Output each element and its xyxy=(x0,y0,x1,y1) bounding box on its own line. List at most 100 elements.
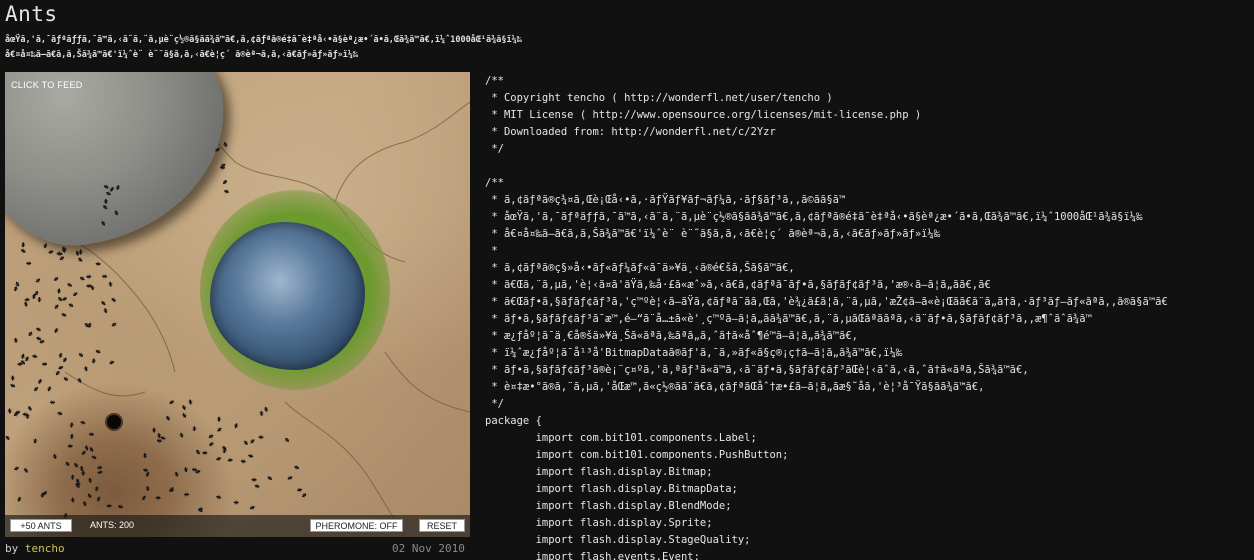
code-line: /** xyxy=(485,75,504,87)
ant xyxy=(251,477,257,482)
reset-button[interactable]: RESET xyxy=(419,519,465,532)
ant xyxy=(77,378,82,383)
ant xyxy=(13,337,19,343)
ant xyxy=(36,327,41,332)
ant xyxy=(87,477,93,483)
ant xyxy=(145,485,150,492)
ant xyxy=(254,483,260,489)
ant xyxy=(37,297,42,303)
source-code-view[interactable]: /** * Copyright tencho ( http://wonderfl… xyxy=(485,73,1250,560)
ant xyxy=(79,276,85,281)
ant xyxy=(15,281,20,287)
ant xyxy=(83,366,89,372)
ant xyxy=(248,453,254,459)
ant xyxy=(151,427,157,433)
ant xyxy=(58,352,63,358)
ant xyxy=(70,497,76,503)
by-label: by xyxy=(5,542,19,555)
code-line: * ãƒ•ã‚§ãƒ­ãƒ¢ãƒ³ã¯æ™‚é–“ã¨å…±ã«è'¸ç™ºã—… xyxy=(485,313,1092,325)
ant xyxy=(14,466,19,471)
ant xyxy=(65,461,70,467)
code-line: * ã‚¢ãƒªã®ç¾¤ã‚Œè¡Œå‹•ã‚·ãƒŸãƒ¥ãƒ¬ãƒ¼ã‚·… xyxy=(485,194,846,206)
description-line: å€¤å¤‰ã—ã€ã‚ã‚Šã¾ã™ã€'ï¼ˆè¨ è¨˜ã§ã‚ã‚‹ã€… xyxy=(5,50,359,60)
ant xyxy=(54,304,59,309)
ant xyxy=(32,438,38,444)
ant xyxy=(10,383,16,388)
ant xyxy=(49,400,56,405)
ant xyxy=(84,445,89,451)
ant xyxy=(216,494,222,500)
ant xyxy=(97,465,103,470)
ant xyxy=(62,296,67,302)
ant xyxy=(67,443,73,449)
ant xyxy=(88,432,94,437)
ant xyxy=(179,432,184,438)
ant xyxy=(78,352,84,358)
pheromone-toggle-button[interactable]: PHEROMONE: OFF xyxy=(310,519,403,532)
ant xyxy=(233,423,239,429)
ant xyxy=(10,375,15,381)
code-line: import flash.display.StageQuality; xyxy=(485,534,751,546)
ant xyxy=(97,470,103,475)
code-line: * ã€Œãƒ•ã‚§ãƒ­ãƒ¢ãƒ³ã‚'ç™ºè¦‹ã—ãŸã‚¢ãƒªã… xyxy=(485,296,1168,308)
ant xyxy=(28,331,33,337)
ant xyxy=(63,376,69,382)
ant xyxy=(227,457,233,463)
ant xyxy=(224,189,229,194)
ant xyxy=(80,420,86,425)
ant xyxy=(249,505,255,510)
code-line: */ xyxy=(485,143,504,155)
ant xyxy=(103,198,109,204)
ant xyxy=(209,441,214,447)
ant xyxy=(82,501,88,507)
code-line: * xyxy=(485,245,498,257)
code-line: * ãƒ•ã‚§ãƒ­ãƒ¢ãƒ³ã®è¡¨ç¤ºã‚'ã‚ªãƒ³ã«ã™ã‚… xyxy=(485,364,1029,376)
code-line: import flash.display.BlendMode; xyxy=(485,500,732,512)
post-date: 02 Nov 2010 xyxy=(392,542,465,555)
ant xyxy=(109,360,115,365)
ant xyxy=(13,286,18,292)
ant xyxy=(250,439,255,444)
ant xyxy=(155,495,161,500)
ant xyxy=(142,453,148,459)
ant xyxy=(53,276,59,282)
ant xyxy=(181,405,187,410)
add-ants-button[interactable]: +50 ANTS xyxy=(10,519,72,532)
ant xyxy=(174,471,179,477)
ant xyxy=(21,248,26,254)
ant xyxy=(21,242,26,248)
ant xyxy=(243,440,249,445)
ant xyxy=(7,408,12,414)
ant xyxy=(56,288,62,294)
ant xyxy=(109,187,115,192)
ant xyxy=(156,438,162,444)
ant xyxy=(62,357,68,363)
ant xyxy=(101,300,106,306)
ant xyxy=(89,447,94,452)
author-link[interactable]: tencho xyxy=(25,542,65,555)
ant xyxy=(287,475,293,481)
ant xyxy=(222,179,228,185)
ant xyxy=(42,361,48,367)
code-line: /** xyxy=(485,177,504,189)
ant xyxy=(53,328,59,333)
ant xyxy=(106,503,112,509)
ant xyxy=(94,486,99,492)
code-line: * åœŸã‚'ã‚¯ãƒªãƒƒã‚¯ã™ã‚‹ã¨ã‚¨ã‚µè¨­ç½®ã… xyxy=(485,211,1143,223)
ant xyxy=(216,416,222,422)
game-toolbar: +50 ANTS ANTS: 200 PHEROMONE: OFF RESET xyxy=(5,515,470,537)
ant xyxy=(91,455,97,460)
code-line: * æ¿ƒåº¦ã¯ä¸€å®šä»¥ä¸Šã«ãªã‚‰ãªã„ã‚ˆã†ã«… xyxy=(485,330,858,342)
ant xyxy=(169,400,175,405)
ant xyxy=(69,422,74,428)
ant xyxy=(111,297,116,303)
code-line: * MIT License ( http://www.opensource.or… xyxy=(485,109,922,121)
ant xyxy=(61,312,67,318)
ant xyxy=(103,184,109,190)
ant xyxy=(294,465,300,470)
ant xyxy=(96,496,101,502)
ant xyxy=(215,147,220,152)
ant-simulation-canvas[interactable]: CLICK TO FEED +50 ANTS ANTS: 200 PHEROMO… xyxy=(5,72,470,537)
code-line: * ã‚¢ãƒªã®ç§»å‹•ãƒ«ãƒ¼ãƒ«ã¯ä»¥ä¸‹ã®é€šã‚… xyxy=(485,262,795,274)
ant xyxy=(87,493,92,498)
